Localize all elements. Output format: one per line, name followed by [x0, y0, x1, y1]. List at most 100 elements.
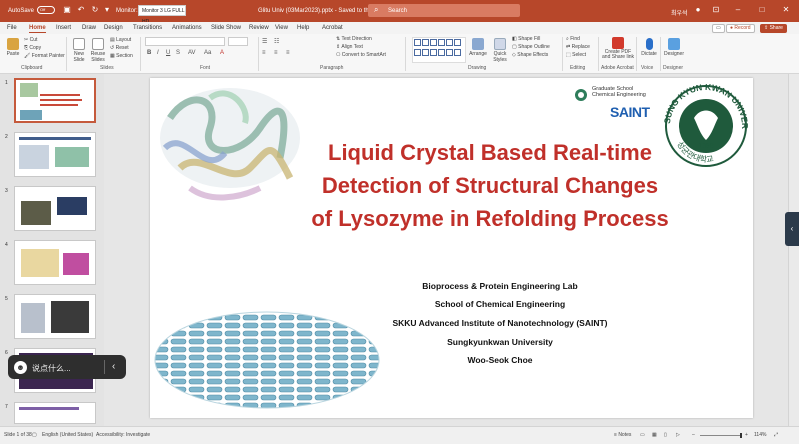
zoom-in-icon[interactable]: +: [745, 432, 748, 438]
replace-button[interactable]: ⇄ Replace: [566, 44, 590, 50]
reading-view-icon[interactable]: ▯: [664, 432, 667, 438]
undo-icon[interactable]: ↶: [76, 5, 86, 15]
slide-thumbnail-3[interactable]: [14, 186, 96, 231]
account-avatar-icon[interactable]: ●: [692, 4, 704, 16]
vertical-scrollbar[interactable]: [788, 74, 799, 426]
reuse-slides-button[interactable]: Reuse Slides: [89, 38, 107, 63]
tab-animations[interactable]: Animations: [172, 25, 202, 31]
record-button[interactable]: ● Record: [726, 24, 755, 33]
section-button[interactable]: ▦ Section: [110, 53, 133, 59]
close-icon[interactable]: ✕: [780, 4, 792, 16]
tab-design[interactable]: Design: [104, 25, 123, 31]
monitor-select[interactable]: Monitor 3 LG FULL HD: [138, 5, 186, 25]
zoom-level[interactable]: 114%: [754, 432, 766, 438]
align-left-button[interactable]: ≡: [262, 50, 266, 58]
emoji-icon[interactable]: ☻: [14, 361, 27, 374]
shapes-gallery[interactable]: [412, 37, 466, 63]
format-painter-button[interactable]: 🖌 Format Painter: [24, 53, 65, 59]
slideshow-icon[interactable]: ▷: [676, 432, 680, 438]
shape-fill-button[interactable]: ◧ Shape Fill: [512, 36, 540, 42]
arrange-button[interactable]: Arrange: [468, 38, 488, 57]
align-center-button[interactable]: ≡: [274, 50, 278, 58]
ribbon-display-icon[interactable]: ⊡: [710, 4, 722, 16]
align-right-button[interactable]: ≡: [286, 50, 290, 58]
designer-button[interactable]: Designer: [663, 38, 685, 57]
zoom-slider-thumb[interactable]: [740, 433, 742, 438]
slide-thumbnail-7[interactable]: [14, 402, 96, 424]
minimize-icon[interactable]: –: [732, 4, 744, 16]
slide-thumbnail-4[interactable]: [14, 240, 96, 285]
tab-draw[interactable]: Draw: [82, 25, 96, 31]
font-name-input[interactable]: [145, 37, 225, 46]
change-case-button[interactable]: Aa: [204, 50, 211, 58]
font-color-button[interactable]: A: [220, 50, 224, 58]
slide-thumbnail-5[interactable]: [14, 294, 96, 339]
redo-icon[interactable]: ↻: [90, 5, 100, 15]
graduate-school-label: Graduate School Chemical Engineering: [592, 86, 646, 98]
character-spacing-button[interactable]: AV: [188, 50, 196, 58]
zoom-slider[interactable]: [700, 435, 740, 436]
tab-insert[interactable]: Insert: [56, 25, 71, 31]
tab-file[interactable]: File: [7, 25, 17, 31]
autosave-toggle[interactable]: Off: [37, 6, 55, 14]
copy-button[interactable]: ⎘ Copy: [24, 45, 41, 51]
graduate-school-logo: [575, 89, 587, 101]
paste-icon: [7, 38, 19, 50]
language-indicator[interactable]: English (United States): [42, 432, 93, 438]
underline-button[interactable]: U: [166, 50, 170, 58]
side-panel-handle[interactable]: ‹: [785, 212, 799, 246]
slide-thumbnail-1[interactable]: [14, 78, 96, 123]
user-name[interactable]: 최우석: [671, 8, 688, 17]
customize-qat-icon[interactable]: ▾: [102, 5, 112, 15]
text-direction-button[interactable]: ⇅ Text Direction: [336, 36, 372, 42]
normal-view-icon[interactable]: ▭: [640, 432, 645, 438]
tab-review[interactable]: Review: [249, 25, 269, 31]
align-text-button[interactable]: ⇕ Align Text: [336, 44, 363, 50]
current-slide[interactable]: Graduate School Chemical Engineering SAI…: [150, 78, 753, 418]
numbering-button[interactable]: ☷: [274, 38, 279, 46]
slide-sorter-icon[interactable]: ▦: [652, 432, 657, 438]
layout-button[interactable]: ▤ Layout: [110, 37, 131, 43]
maximize-icon[interactable]: □: [756, 4, 768, 16]
search-box[interactable]: ⌕ Search: [368, 4, 520, 17]
tab-slide-show[interactable]: Slide Show: [211, 25, 241, 31]
cut-button[interactable]: ✂ Cut: [24, 37, 37, 43]
quick-styles-button[interactable]: Quick Styles: [490, 38, 510, 63]
microphone-icon: [645, 38, 653, 50]
comments-icon[interactable]: ▭: [712, 24, 725, 33]
paste-button[interactable]: Paste: [5, 38, 21, 57]
italic-button[interactable]: I: [157, 50, 159, 58]
tab-view[interactable]: View: [275, 25, 288, 31]
collapse-chevron-icon[interactable]: ‹: [112, 361, 115, 372]
tab-acrobat[interactable]: Acrobat: [322, 25, 343, 31]
comment-prompt[interactable]: 说点什么...: [32, 363, 71, 374]
slide-thumbnail-2[interactable]: [14, 132, 96, 177]
smartart-button[interactable]: ⎔ Convert to SmartArt: [336, 52, 386, 58]
shape-effects-button[interactable]: ◇ Shape Effects: [512, 52, 548, 58]
notes-button[interactable]: ≡ Notes: [614, 432, 631, 438]
find-button[interactable]: ⌕ Find: [566, 36, 580, 42]
save-icon[interactable]: ▣: [62, 5, 72, 15]
protein-structure-image: [160, 88, 300, 201]
bold-button[interactable]: B: [147, 50, 151, 58]
university-name: Sungkyunkwan University: [447, 337, 553, 347]
create-pdf-button[interactable]: Create PDF and Share link: [602, 37, 634, 60]
tab-transitions[interactable]: Transitions: [133, 25, 162, 31]
reset-button[interactable]: ↺ Reset: [110, 45, 129, 51]
floating-comment-bar[interactable]: ☻ 说点什么... ‹: [8, 355, 126, 379]
share-button[interactable]: ⇪ Share: [760, 24, 787, 33]
select-button[interactable]: ⬚ Select: [566, 52, 586, 58]
strikethrough-button[interactable]: S: [176, 50, 180, 58]
slides-group-label: Slides: [100, 65, 114, 71]
bullets-button[interactable]: ☰: [262, 38, 267, 46]
new-slide-button[interactable]: New Slide: [70, 38, 88, 63]
spelling-icon[interactable]: ▢: [32, 432, 37, 438]
dictate-button[interactable]: Dictate: [640, 38, 658, 57]
font-size-input[interactable]: [228, 37, 248, 46]
fit-slide-icon[interactable]: ⤢: [774, 432, 778, 438]
zoom-out-icon[interactable]: –: [692, 432, 695, 438]
tab-help[interactable]: Help: [297, 25, 309, 31]
shape-outline-button[interactable]: ▢ Shape Outline: [512, 44, 550, 50]
accessibility-status[interactable]: Accessibility: Investigate: [96, 432, 150, 438]
tab-home[interactable]: Home: [29, 25, 46, 33]
